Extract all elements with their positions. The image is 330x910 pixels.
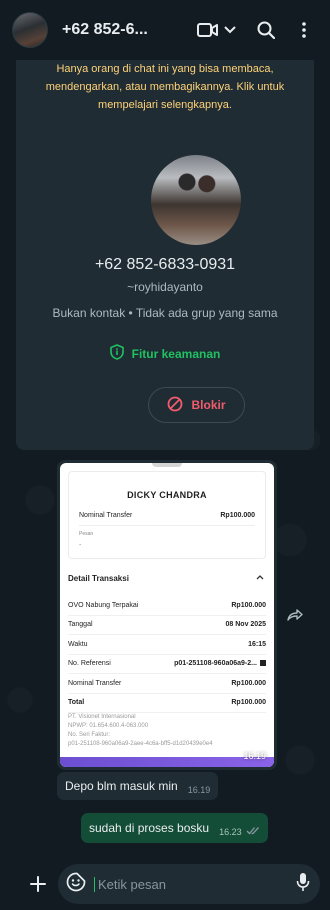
video-call-icon	[194, 16, 222, 44]
recipient-name: DICKY CHANDRA	[127, 490, 207, 500]
divider	[79, 525, 255, 526]
profile-phone-number: +62 852-6833-0931	[94, 256, 236, 273]
merchant-line: No. Seri Faktur:	[68, 732, 111, 738]
detail-row: Tanggal 08 Nov 2025	[68, 616, 266, 635]
detail-row-total: Total Rp100.000	[68, 694, 266, 713]
forward-button[interactable]	[282, 603, 308, 629]
profile-relation-status: Bukan kontak • Tidak ada grup yang sama	[52, 306, 278, 320]
note-label: Pesan	[79, 531, 94, 537]
detail-value: Rp100.000	[231, 601, 266, 609]
detail-row: Nominal Transfer Rp100.000	[68, 674, 266, 694]
contact-avatar[interactable]	[12, 12, 48, 48]
recipient-card: DICKY CHANDRA Nominal Transfer Rp100.000…	[68, 471, 266, 559]
security-features-label: Fitur keamanan	[131, 346, 221, 361]
sheet-handle	[152, 463, 182, 467]
incoming-message[interactable]: Depo blm masuk min 16.19	[57, 772, 219, 800]
transfer-amount-label: Nominal Transfer	[79, 512, 133, 519]
detail-row: OVO Nabung Terpakai Rp100.000	[68, 596, 266, 616]
detail-label: Waktu	[68, 640, 88, 648]
read-ticks-icon	[246, 826, 260, 838]
message-time: 16.19	[187, 785, 211, 795]
note-value: -	[79, 542, 82, 549]
contact-title[interactable]: +62 852-6...	[62, 21, 148, 39]
detail-label: Tanggal	[68, 621, 93, 629]
encryption-notice[interactable]: Hanya orang di chat ini yang bisa membac…	[16, 60, 314, 114]
merchant-line: p01-251108-960a06a9-2aee-4c6a-bff5-d1d20…	[68, 741, 213, 747]
security-features-link[interactable]: Fitur keamanan	[16, 344, 314, 363]
copy-icon	[260, 660, 266, 667]
search-icon[interactable]	[252, 16, 280, 44]
message-text: Depo blm masuk min	[65, 779, 178, 793]
detail-value: 08 Nov 2025	[225, 621, 266, 629]
receipt-footer-bar	[60, 757, 274, 767]
forward-icon	[287, 608, 303, 624]
message-input-wrapper	[58, 864, 320, 904]
detail-rows: OVO Nabung Terpakai Rp100.000 Tanggal 08 N…	[68, 596, 266, 713]
shield-icon	[109, 344, 124, 363]
detail-label: No. Referensi	[68, 660, 111, 668]
block-icon	[167, 396, 183, 415]
merchant-line: NPWP: 01.654.600.4-063.000	[68, 723, 149, 729]
header-actions	[194, 16, 318, 44]
block-button[interactable]: Blokir	[148, 387, 245, 423]
message-text: sudah di proses bosku	[89, 821, 210, 835]
message-time: 16.23	[219, 827, 242, 837]
detail-title: Detail Transaksi	[68, 574, 129, 583]
profile-push-name: ~royhidayanto	[127, 280, 203, 294]
transfer-amount-value: Rp100.000	[220, 512, 255, 519]
detail-label: Nominal Transfer	[68, 679, 122, 687]
detail-value: Rp100.000	[231, 699, 266, 707]
receipt-image[interactable]: DICKY CHANDRA Nominal Transfer Rp100.000…	[60, 463, 274, 767]
detail-row: No. Referensi p01-251108-960a06a9-2...	[68, 655, 266, 674]
video-call-button[interactable]	[194, 16, 238, 44]
message-time: 16.19	[243, 751, 266, 761]
merchant-info: PT. Visionet Internasional NPWP: 01.654.…	[68, 713, 266, 749]
message-composer	[0, 858, 330, 910]
outgoing-message[interactable]: sudah di proses bosku 16.23	[81, 813, 268, 843]
detail-label: Total	[68, 699, 85, 707]
chat-header: +62 852-6...	[0, 0, 330, 60]
chevron-up-icon	[256, 573, 264, 582]
chevron-down-icon	[222, 16, 238, 44]
detail-value: 16:15	[248, 640, 266, 648]
detail-row: Waktu 16:15	[68, 635, 266, 655]
attach-plus-icon[interactable]	[24, 870, 52, 898]
merchant-line: PT. Visionet Internasional	[68, 714, 136, 720]
more-options-icon[interactable]	[290, 16, 318, 44]
image-message[interactable]: DICKY CHANDRA Nominal Transfer Rp100.000…	[57, 460, 277, 770]
sticker-icon[interactable]	[66, 872, 86, 897]
detail-value: Rp100.000	[231, 679, 266, 687]
message-input[interactable]	[94, 876, 296, 892]
detail-label: OVO Nabung Terpakai	[68, 601, 139, 609]
transfer-amount-row: Nominal Transfer Rp100.000	[79, 512, 255, 519]
detail-value: p01-251108-960a06a9-2...	[174, 660, 257, 668]
block-label: Blokir	[191, 398, 226, 412]
microphone-icon[interactable]	[296, 872, 310, 897]
profile-photo[interactable]	[151, 155, 241, 245]
